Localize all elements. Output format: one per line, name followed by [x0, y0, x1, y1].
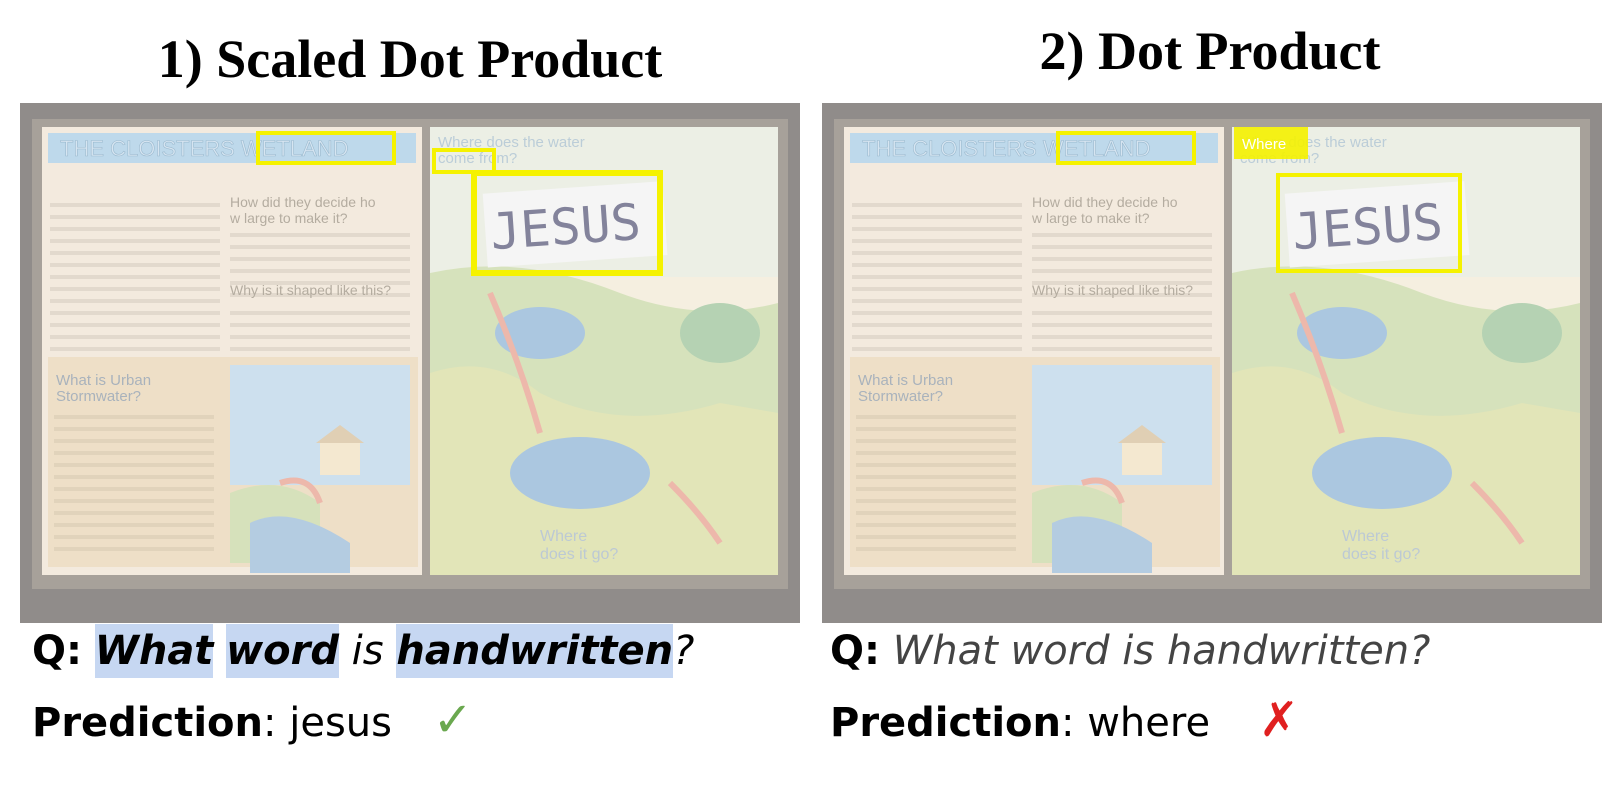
scene-image-scaled: THE CLOISTERS WETLAND How did they decid… [20, 103, 800, 623]
attended-word-word: word [226, 624, 339, 678]
question-text: What word is handwritten? [892, 628, 1431, 674]
question-dot: Q: What word is handwritten? [830, 628, 1430, 674]
question-scaled: Q: What word is handwritten? [32, 624, 695, 678]
attended-word-handwritten: handwritten [396, 624, 674, 678]
attended-word-what: What [94, 624, 214, 678]
prediction-dot: Prediction: where ✗ [830, 692, 1299, 748]
svg-text:Where: Where [1242, 136, 1286, 153]
question-prefix: Q: [32, 628, 82, 674]
panel-title-scaled-dot-product: 1) Scaled Dot Product [157, 29, 663, 89]
panel-title-dot-product: 2) Dot Product [1039, 21, 1381, 81]
prediction-scaled: Prediction: jesus ✓ [32, 692, 473, 748]
question-prefix: Q: [830, 628, 880, 674]
prediction-value: where [1087, 700, 1211, 746]
sign-illustration: THE CLOISTERS WETLAND How did they decid… [822, 103, 1602, 623]
prediction-sep: : [1061, 700, 1075, 746]
check-icon: ✓ [432, 692, 473, 748]
prediction-sep: : [263, 700, 277, 746]
question-mark: ? [673, 628, 695, 674]
cross-icon: ✗ [1258, 692, 1300, 748]
question-word-is: is [351, 628, 384, 674]
sign-illustration: THE CLOISTERS WETLAND How did they decid… [20, 103, 800, 623]
prediction-label: Prediction [32, 700, 264, 746]
scene-image-dot: THE CLOISTERS WETLAND How did they decid… [822, 103, 1602, 623]
prediction-label: Prediction [830, 700, 1062, 746]
prediction-value: jesus [289, 700, 392, 746]
